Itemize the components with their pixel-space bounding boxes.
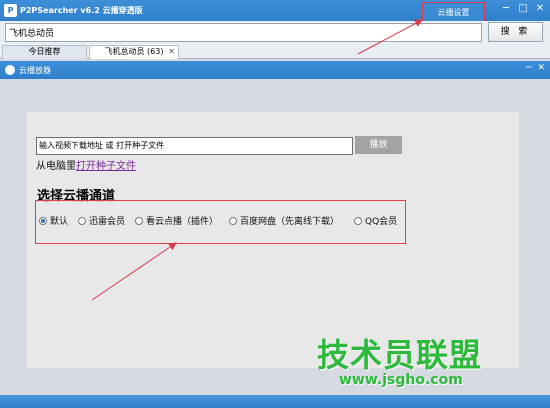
- open-torrent-link[interactable]: 打开种子文件: [76, 161, 136, 172]
- tab-label: 飞机总动员 (63): [104, 47, 164, 56]
- status-bar: [0, 395, 550, 408]
- local-file-prefix: 从电脑里: [36, 161, 76, 172]
- channel-label: 默认: [50, 217, 69, 227]
- watermark: 技术员联盟 www.jsgho.com: [317, 338, 482, 388]
- radio-button[interactable]: [354, 216, 362, 225]
- app-title: P2PSearcher v6.2 云播穿透版: [20, 6, 143, 15]
- channel-options-group: 默认 迅雷会员 看云点播（插件） 百度网盘（先离线下载） QQ会员: [35, 200, 406, 244]
- video-url-input[interactable]: 输入视频下载地址 或 打开种子文件: [36, 137, 353, 155]
- player-panel: 输入视频下载地址 或 打开种子文件 播放 从电脑里打开种子文件 选择云播通道 默…: [27, 112, 519, 368]
- close-icon[interactable]: ✕: [537, 63, 545, 73]
- search-input[interactable]: [5, 23, 482, 42]
- player-window-title: 云播放器: [19, 66, 51, 75]
- minimize-icon[interactable]: ─: [526, 63, 531, 73]
- tab-today-recommend[interactable]: 今日推荐: [2, 45, 87, 59]
- tab-label: 今日推荐: [28, 47, 61, 56]
- search-button[interactable]: 搜 索: [488, 22, 543, 42]
- channel-label: QQ会员: [365, 217, 398, 227]
- open-local-torrent: 从电脑里打开种子文件: [36, 157, 136, 172]
- tab-bar: 今日推荐 飞机总动员 (63) ✕: [0, 44, 550, 59]
- minimize-icon[interactable]: ─: [500, 3, 512, 15]
- channel-option-default[interactable]: 默认: [39, 214, 68, 227]
- radio-button[interactable]: [135, 216, 143, 225]
- channel-option-qq[interactable]: QQ会员: [354, 214, 397, 227]
- channel-option-baidu[interactable]: 百度网盘（先离线下载）: [229, 214, 339, 227]
- radio-button[interactable]: [39, 216, 47, 225]
- close-icon[interactable]: ✕: [534, 3, 546, 15]
- channel-option-xunlei[interactable]: 迅雷会员: [78, 214, 125, 227]
- channel-label: 百度网盘（先离线下载）: [240, 217, 340, 227]
- radio-button[interactable]: [229, 216, 237, 225]
- window-controls: ─ □ ✕: [500, 3, 546, 15]
- channel-label: 迅雷会员: [89, 217, 126, 227]
- player-window-controls: ─ ✕: [526, 63, 545, 73]
- tab-close-icon[interactable]: ✕: [168, 46, 175, 58]
- tab-search-result[interactable]: 飞机总动员 (63) ✕: [89, 45, 179, 59]
- player-window-icon: [5, 65, 15, 75]
- player-window-titlebar: 云播放器 ─ ✕: [0, 61, 550, 79]
- channel-option-kanyun[interactable]: 看云点播（插件）: [135, 214, 218, 227]
- watermark-url: www.jsgho.com: [339, 372, 463, 388]
- watermark-brand: 技术员联盟: [317, 336, 483, 374]
- search-bar: 搜 索: [0, 21, 550, 44]
- channel-label: 看云点播（插件）: [146, 217, 219, 227]
- maximize-icon[interactable]: □: [517, 3, 529, 15]
- play-button[interactable]: 播放: [355, 136, 402, 154]
- radio-button[interactable]: [78, 216, 86, 225]
- app-logo-icon: P: [4, 4, 17, 17]
